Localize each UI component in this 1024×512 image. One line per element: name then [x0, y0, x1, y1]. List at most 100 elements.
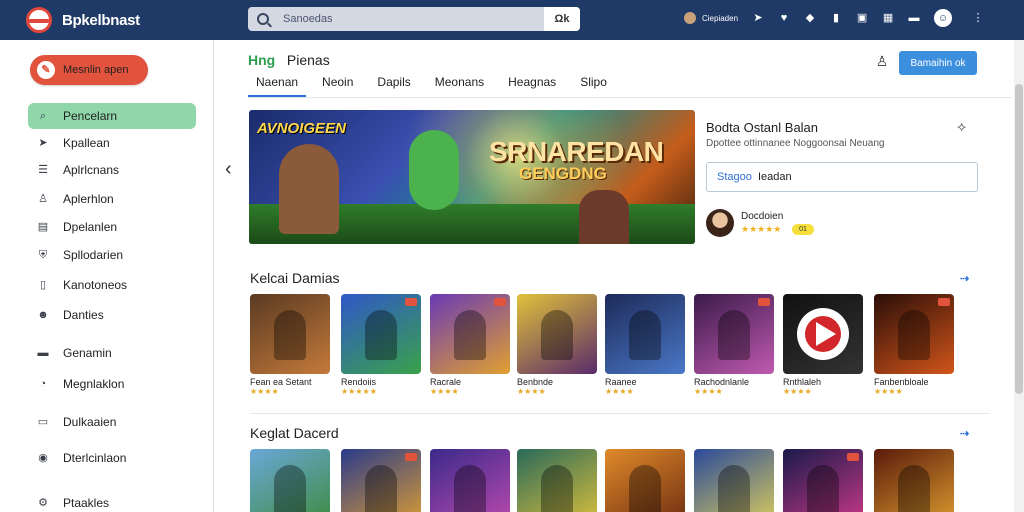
user-name[interactable]: Ciepiaden	[702, 14, 738, 23]
game-card[interactable]	[783, 449, 863, 512]
sidebar-item-11[interactable]: ◉ Dterlcinlaon	[28, 445, 196, 471]
game-thumbnail[interactable]	[250, 449, 330, 512]
search-button[interactable]: Ωk	[544, 7, 580, 31]
game-thumbnail[interactable]	[430, 294, 510, 374]
game-card[interactable]	[250, 449, 330, 512]
game-title[interactable]: Rendoiis	[341, 377, 421, 387]
game-thumbnail[interactable]	[517, 449, 597, 512]
window-icon[interactable]: ▬	[908, 12, 920, 24]
game-card[interactable]: Fean ea Setant ★★★★	[250, 294, 330, 396]
tab-3[interactable]: Meonans	[427, 75, 492, 98]
game-card[interactable]	[341, 449, 421, 512]
more-icon[interactable]: ⋮	[972, 12, 984, 24]
sidebar-item-8[interactable]: ▬ Genamin	[28, 340, 196, 366]
game-card[interactable]	[430, 449, 510, 512]
featured-title: Bodta Ostanl Balan	[706, 120, 819, 135]
section-more-icon[interactable]: ⇢	[960, 427, 969, 440]
sidebar-item-7[interactable]: ☻ Danties	[28, 302, 196, 328]
game-title[interactable]: Raanee	[605, 377, 685, 387]
game-thumbnail[interactable]	[874, 449, 954, 512]
game-rating: ★★★★★	[341, 387, 377, 396]
pin-icon[interactable]: ➤	[752, 12, 764, 24]
game-card[interactable]: Raanee ★★★★	[605, 294, 685, 396]
game-card[interactable]: Rachodnlanle ★★★★	[694, 294, 774, 396]
sidebar-item-1[interactable]: ➤ Kpallean	[28, 130, 196, 156]
tab-0[interactable]: Naenan	[248, 75, 307, 98]
game-title[interactable]: Fean ea Setant	[250, 377, 330, 387]
game-title[interactable]: Benbnde	[517, 377, 597, 387]
tab-5[interactable]: Slipo	[572, 75, 615, 98]
diamond-icon[interactable]: ◆	[804, 12, 816, 24]
apps-icon[interactable]: ▦	[882, 12, 894, 24]
sidebar-item-5[interactable]: ⛨ Spllodarien	[28, 242, 196, 268]
folder-icon: ▬	[37, 347, 49, 359]
game-thumbnail[interactable]	[430, 449, 510, 512]
game-thumbnail[interactable]	[874, 294, 954, 374]
game-title[interactable]: Racrale	[430, 377, 510, 387]
game-thumbnail[interactable]	[250, 294, 330, 374]
game-rating: ★★★★	[430, 387, 459, 396]
sidebar-item-10[interactable]: ▭ Dulkaaien	[28, 409, 196, 435]
brand-name: Bpkelbnast	[62, 11, 140, 29]
game-thumbnail[interactable]	[694, 294, 774, 374]
banner-warrior-character	[579, 190, 629, 244]
game-card[interactable]: Benbnde ★★★★	[517, 294, 597, 396]
heart-icon[interactable]: ♥	[778, 12, 790, 24]
section-more-icon[interactable]: ⇢	[960, 272, 969, 285]
profile-icon[interactable]: ☺	[934, 9, 953, 27]
scrollbar-thumb[interactable]	[1015, 84, 1023, 394]
user-avatar[interactable]	[684, 12, 696, 24]
featured-input-bold: Stagoo	[717, 171, 752, 183]
game-card[interactable]: Fanbenbloale ★★★★	[874, 294, 954, 396]
grid-icon[interactable]: ▣	[856, 12, 868, 24]
game-card[interactable]	[694, 449, 774, 512]
search-input[interactable]: Sanoedas	[283, 13, 333, 25]
play-triangle	[816, 322, 836, 346]
game-title[interactable]: Rachodnlanle	[694, 377, 774, 387]
tab-4[interactable]: Heagnas	[500, 75, 564, 98]
sidebar-item-0[interactable]: ⌕ Pencelarn	[28, 103, 196, 129]
game-thumbnail[interactable]	[341, 449, 421, 512]
game-thumbnail[interactable]	[341, 294, 421, 374]
tab-2[interactable]: Dapils	[369, 75, 418, 98]
sidebar-item-2[interactable]: ☰ Aplrlcnans	[28, 157, 196, 183]
sidebar-item-3[interactable]: ♙ Aplerhlon	[28, 186, 196, 212]
person-icon[interactable]: ♙	[873, 52, 891, 70]
game-thumbnail[interactable]	[783, 294, 863, 374]
featured-banner[interactable]: AVNOIGEEN SRNAREDAN GENGDNG	[249, 110, 695, 244]
game-title[interactable]: Fanbenbloale	[874, 377, 954, 387]
game-card[interactable]	[517, 449, 597, 512]
sidebar-item-4[interactable]: ▤ Dpelanlen	[28, 214, 196, 240]
sidebar-item-9[interactable]: ◔ Megnlaklon	[28, 371, 196, 397]
sidebar-item-label: Pencelarn	[63, 109, 118, 123]
game-thumbnail[interactable]	[783, 449, 863, 512]
chevron-left-icon[interactable]: ‹	[225, 158, 232, 181]
phone-icon[interactable]: ▮	[830, 12, 842, 24]
new-badge	[405, 453, 417, 461]
featured-input[interactable]: Stagoo Ieadan	[706, 162, 978, 192]
brand[interactable]: Bpkelbnast	[26, 7, 140, 33]
game-title[interactable]: Rnthlaleh	[783, 377, 863, 387]
game-thumbnail[interactable]	[605, 449, 685, 512]
share-icon[interactable]: ⟡	[957, 118, 966, 135]
banner-hero-character	[279, 144, 339, 234]
game-card[interactable]: Rendoiis ★★★★★	[341, 294, 421, 396]
game-thumbnail[interactable]	[694, 449, 774, 512]
game-card[interactable]: Rnthlaleh ★★★★	[783, 294, 863, 396]
search-bar[interactable]: Sanoedas Ωk	[248, 7, 580, 31]
sidebar-item-12[interactable]: ⚙ Ptaakles	[28, 490, 196, 512]
upload-button[interactable]: ✎ Mesnlin apen	[30, 55, 148, 85]
game-character	[898, 310, 930, 360]
developer-avatar[interactable]	[706, 209, 734, 237]
game-thumbnail[interactable]	[605, 294, 685, 374]
game-card[interactable]	[874, 449, 954, 512]
banner-creature-character	[409, 130, 459, 210]
game-card[interactable]: Racrale ★★★★	[430, 294, 510, 396]
developer-name[interactable]: Docdoien	[741, 211, 783, 222]
game-card[interactable]	[605, 449, 685, 512]
header-action-button[interactable]: Bamaihin ok	[899, 51, 977, 75]
sidebar-item-6[interactable]: ▯ Kanotoneos	[28, 272, 196, 298]
game-thumbnail[interactable]	[517, 294, 597, 374]
game-character	[718, 465, 750, 512]
tab-1[interactable]: Neoin	[314, 75, 361, 98]
